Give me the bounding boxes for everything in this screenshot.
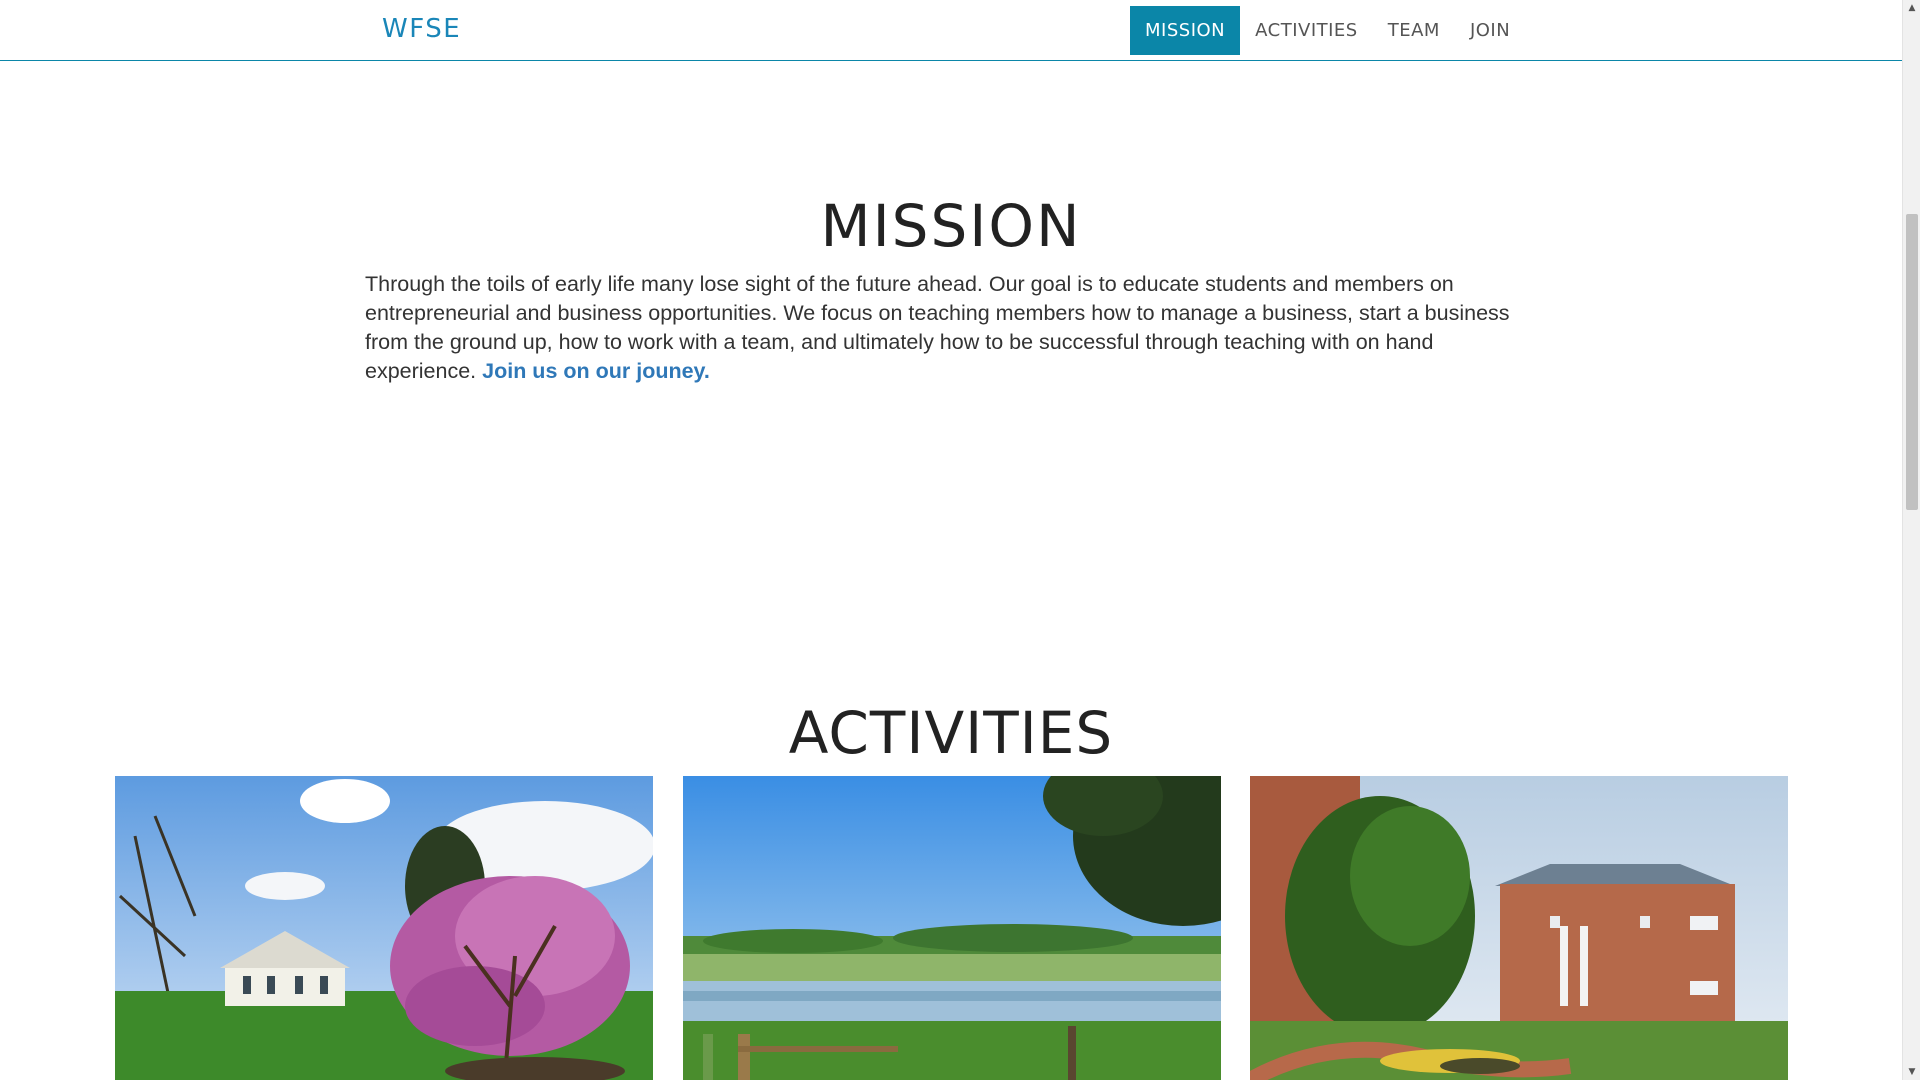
brand-logo[interactable]: WFSE bbox=[382, 14, 461, 44]
scrollbar-thumb[interactable] bbox=[1906, 214, 1918, 510]
scroll-down-icon[interactable]: ▼ bbox=[1903, 1064, 1920, 1080]
activity-photo-pond[interactable] bbox=[683, 776, 1221, 1080]
activities-heading: ACTIVITIES bbox=[788, 699, 1114, 767]
nav-item-team[interactable]: TEAM bbox=[1373, 6, 1455, 55]
navbar: WFSE MISSION ACTIVITIES TEAM JOIN bbox=[0, 0, 1902, 61]
activity-photo-house[interactable] bbox=[115, 776, 653, 1080]
mission-heading: MISSION bbox=[820, 192, 1082, 260]
nav-menu: MISSION ACTIVITIES TEAM JOIN bbox=[1130, 6, 1525, 55]
campus-building-image bbox=[1250, 776, 1788, 1080]
join-journey-link[interactable]: Join us on our jouney. bbox=[482, 359, 710, 383]
page-scrollbar[interactable]: ▲ ▼ bbox=[1902, 0, 1920, 1080]
mission-paragraph: Through the toils of early life many los… bbox=[365, 270, 1540, 386]
nav-item-activities[interactable]: ACTIVITIES bbox=[1240, 6, 1373, 55]
scroll-up-icon[interactable]: ▲ bbox=[1903, 0, 1920, 16]
nav-item-mission[interactable]: MISSION bbox=[1130, 6, 1241, 55]
house-magnolia-image bbox=[115, 776, 653, 1080]
pond-field-image bbox=[683, 776, 1221, 1080]
nav-item-join[interactable]: JOIN bbox=[1455, 6, 1525, 55]
activity-photo-campus[interactable] bbox=[1250, 776, 1788, 1080]
